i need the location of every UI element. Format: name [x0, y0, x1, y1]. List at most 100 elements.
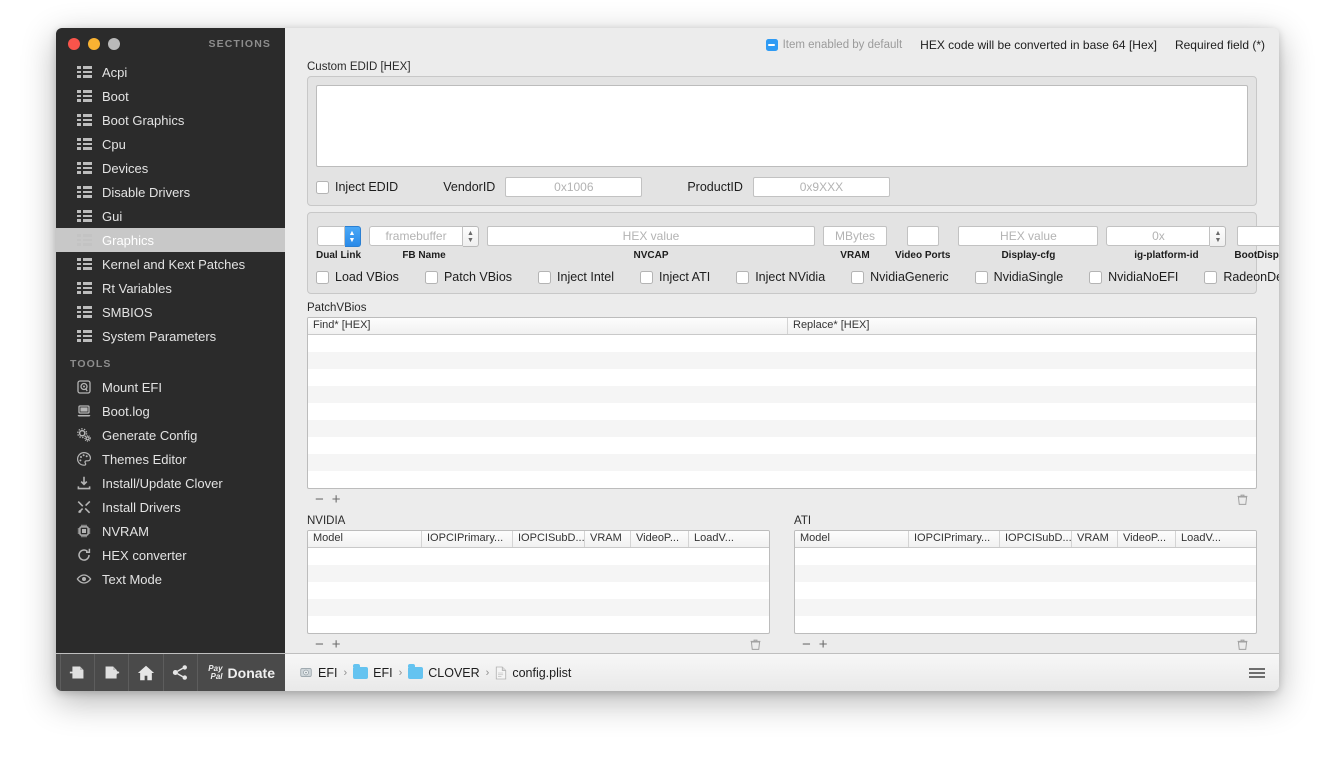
vendorid-input[interactable]: 0x1006	[505, 177, 643, 197]
breadcrumb-item-1[interactable]: EFI	[353, 663, 393, 680]
ati-remove-button[interactable]: −	[802, 637, 811, 652]
patchvbios-add-button[interactable]: +	[332, 492, 341, 507]
fb-name-input[interactable]: framebuffer	[369, 226, 464, 246]
table-row[interactable]	[308, 582, 769, 599]
nvidia-col-1[interactable]: IOPCIPrimary...	[422, 531, 513, 547]
breadcrumb-item-2[interactable]: CLOVER	[408, 663, 480, 680]
sidebar-item-smbios[interactable]: SMBIOS	[56, 300, 285, 324]
table-row[interactable]	[308, 454, 1256, 471]
patchvbios-remove-button[interactable]: −	[315, 492, 324, 507]
patchvbios-col-1[interactable]: Replace* [HEX]	[788, 318, 1256, 334]
ig-platform-id-stepper[interactable]: ▲ ▼	[1210, 226, 1227, 247]
table-row[interactable]	[308, 599, 769, 616]
breadcrumb[interactable]: EFI › EFI › CLOVER › config.plist	[285, 654, 1235, 691]
sidebar-tool-install-update-clover[interactable]: Install/Update Clover	[56, 471, 285, 495]
nvidia-col-0[interactable]: Model	[308, 531, 422, 547]
sidebar-item-boot[interactable]: Boot	[56, 84, 285, 108]
sidebar-item-disable-drivers[interactable]: Disable Drivers	[56, 180, 285, 204]
sidebar-tool-themes-editor[interactable]: Themes Editor	[56, 447, 285, 471]
sidebar-item-rt-variables[interactable]: Rt Variables	[56, 276, 285, 300]
nvidia-col-4[interactable]: VideoP...	[631, 531, 689, 547]
patchvbios-body[interactable]	[308, 335, 1256, 488]
ati-col-0[interactable]: Model	[795, 531, 909, 547]
ig-platform-id-input[interactable]: 0x	[1106, 226, 1211, 246]
nvidiageneric-checkbox[interactable]	[851, 270, 865, 284]
table-row[interactable]	[308, 369, 1256, 386]
nvcap-input[interactable]: HEX value	[487, 226, 816, 246]
breadcrumb-item-0[interactable]: EFI	[299, 666, 337, 680]
nvidia-col-3[interactable]: VRAM	[585, 531, 631, 547]
nvidiasingle-checkbox[interactable]	[974, 270, 988, 284]
import-config-button[interactable]	[60, 653, 95, 691]
minimize-icon[interactable]	[88, 38, 100, 50]
share-button[interactable]	[164, 653, 199, 691]
menu-button[interactable]	[1235, 654, 1279, 691]
sidebar-tool-nvram[interactable]: NVRAM	[56, 519, 285, 543]
patch-vbios-checkbox[interactable]	[424, 270, 438, 284]
inject-ati-row[interactable]: Inject ATI	[640, 270, 710, 284]
ati-col-1[interactable]: IOPCIPrimary...	[909, 531, 1000, 547]
sidebar-item-devices[interactable]: Devices	[56, 156, 285, 180]
sidebar-item-graphics[interactable]: Graphics	[56, 228, 285, 252]
inject-ati-checkbox[interactable]	[640, 270, 654, 284]
sidebar-tool-mount-efi[interactable]: Mount EFI	[56, 375, 285, 399]
table-row[interactable]	[308, 352, 1256, 369]
fb-name-stepper[interactable]: ▲ ▼	[463, 226, 480, 247]
nvidia-col-2[interactable]: IOPCISubD...	[513, 531, 585, 547]
patchvbios-table[interactable]: Find* [HEX] Replace* [HEX]	[307, 317, 1257, 489]
vram-input[interactable]: MBytes	[823, 226, 888, 246]
inject-nvidia-row[interactable]: Inject NVidia	[736, 270, 825, 284]
nvidianoefi-row[interactable]: NvidiaNoEFI	[1089, 270, 1178, 284]
nvidianoefi-checkbox[interactable]	[1089, 270, 1103, 284]
table-row[interactable]	[308, 437, 1256, 454]
ati-add-button[interactable]: +	[819, 637, 828, 652]
patchvbios-col-0[interactable]: Find* [HEX]	[308, 318, 788, 334]
sidebar-tool-generate-config[interactable]: Generate Config	[56, 423, 285, 447]
bootdisplay-input[interactable]	[1236, 226, 1279, 246]
trash-icon[interactable]	[749, 638, 762, 651]
nvidiageneric-row[interactable]: NvidiaGeneric	[851, 270, 949, 284]
display-cfg-input[interactable]: HEX value	[958, 226, 1099, 246]
dual-link-input[interactable]	[316, 226, 345, 246]
breadcrumb-item-3[interactable]: config.plist	[495, 666, 571, 680]
sidebar-tool-install-drivers[interactable]: Install Drivers	[56, 495, 285, 519]
table-row[interactable]	[308, 548, 769, 565]
nvidia-col-5[interactable]: LoadV...	[689, 531, 769, 547]
nvidiasingle-row[interactable]: NvidiaSingle	[974, 270, 1063, 284]
sidebar-tool-text-mode[interactable]: Text Mode	[56, 567, 285, 591]
sidebar-item-gui[interactable]: Gui	[56, 204, 285, 228]
inject-edid-checkbox[interactable]	[316, 180, 329, 194]
sidebar-item-boot-graphics[interactable]: Boot Graphics	[56, 108, 285, 132]
custom-edid-textarea[interactable]	[316, 85, 1248, 167]
export-config-button[interactable]	[95, 653, 130, 691]
table-row[interactable]	[308, 616, 769, 633]
donate-button[interactable]: Pay Pal Donate	[198, 654, 285, 692]
sidebar-tool-boot-log[interactable]: Boot.log	[56, 399, 285, 423]
inject-intel-checkbox[interactable]	[538, 270, 552, 284]
sidebar-item-kernel-and-kext-patches[interactable]: Kernel and Kext Patches	[56, 252, 285, 276]
sidebar-item-cpu[interactable]: Cpu	[56, 132, 285, 156]
table-row[interactable]	[795, 616, 1256, 633]
table-row[interactable]	[795, 582, 1256, 599]
table-row[interactable]	[795, 548, 1256, 565]
dual-link-stepper[interactable]: ▲ ▼	[344, 226, 361, 247]
table-row[interactable]	[795, 599, 1256, 616]
table-row[interactable]	[795, 565, 1256, 582]
ati-col-5[interactable]: LoadV...	[1176, 531, 1256, 547]
ati-col-2[interactable]: IOPCISubD...	[1000, 531, 1072, 547]
productid-input[interactable]: 0x9XXX	[752, 177, 890, 197]
table-row[interactable]	[308, 471, 1256, 488]
table-row[interactable]	[308, 335, 1256, 352]
zoom-icon[interactable]	[108, 38, 120, 50]
ati-col-4[interactable]: VideoP...	[1118, 531, 1176, 547]
table-row[interactable]	[308, 565, 769, 582]
trash-icon[interactable]	[1236, 493, 1249, 506]
load-vbios-row[interactable]: Load VBios	[316, 270, 399, 284]
ati-col-3[interactable]: VRAM	[1072, 531, 1118, 547]
radeondeinit-checkbox[interactable]	[1204, 270, 1218, 284]
inject-intel-row[interactable]: Inject Intel	[538, 270, 614, 284]
nvidia-remove-button[interactable]: −	[315, 637, 324, 652]
table-row[interactable]	[308, 386, 1256, 403]
inject-nvidia-checkbox[interactable]	[736, 270, 750, 284]
table-row[interactable]	[308, 420, 1256, 437]
